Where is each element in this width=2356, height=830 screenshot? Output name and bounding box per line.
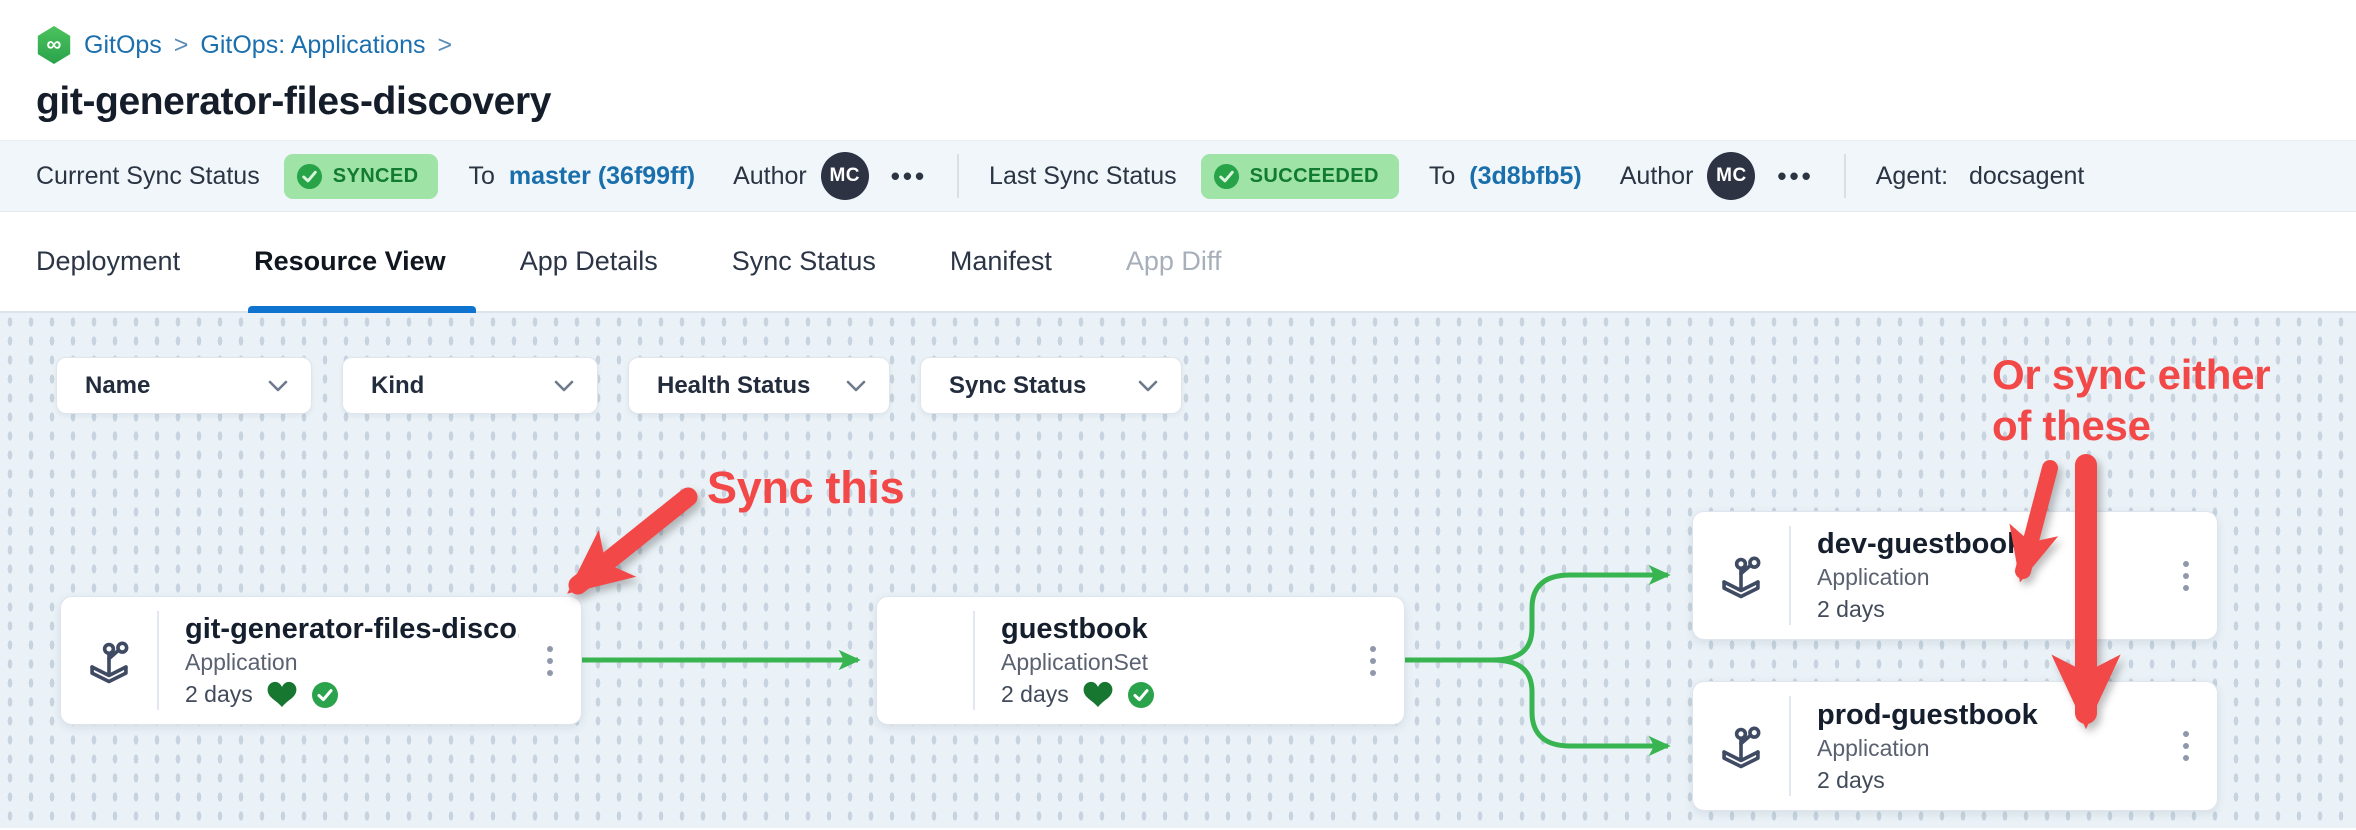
application-resource-icon — [1712, 717, 1770, 775]
node-title: prod-guestbook — [1817, 699, 2155, 732]
agent-label: Agent: — [1876, 162, 1948, 190]
filter-kind-label: Kind — [371, 372, 424, 400]
application-resource-icon — [80, 632, 138, 690]
last-author-avatar[interactable]: MC — [1707, 152, 1755, 200]
succeeded-badge-label: SUCCEEDED — [1250, 165, 1379, 188]
breadcrumb: ∞ GitOps > GitOps: Applications > — [36, 26, 2320, 64]
gitops-logo-icon: ∞ — [36, 26, 72, 64]
current-sync-status-label: Current Sync Status — [36, 162, 260, 191]
health-heart-icon — [1083, 681, 1113, 708]
application-resource-icon — [1712, 547, 1770, 605]
tab-sync-status[interactable]: Sync Status — [732, 212, 876, 311]
node-age: 2 days — [1001, 681, 1069, 708]
node-age: 2 days — [1817, 767, 1885, 794]
filter-bar: Name Kind Health Status Sync Status — [56, 357, 1182, 414]
resource-graph-canvas[interactable]: Name Kind Health Status Sync Status — [0, 313, 2356, 828]
page-header: ∞ GitOps > GitOps: Applications > git-ge… — [0, 0, 2356, 140]
node-age: 2 days — [185, 681, 253, 708]
succeeded-badge: SUCCEEDED — [1201, 154, 1399, 199]
current-author-avatar[interactable]: MC — [821, 152, 869, 200]
node-kind: Application — [1817, 735, 2155, 762]
status-divider — [1844, 154, 1846, 198]
check-circle-icon — [1213, 163, 1240, 190]
node-prod-guestbook[interactable]: prod-guestbook Application 2 days — [1692, 681, 2218, 811]
check-circle-icon — [296, 163, 323, 190]
node-kebab-menu[interactable] — [2155, 731, 2217, 761]
sync-check-icon — [311, 681, 339, 709]
annotation-or-sync-line1: Or sync either — [1992, 351, 2270, 398]
tab-manifest[interactable]: Manifest — [950, 212, 1052, 311]
app-tabs: Deployment Resource View App Details Syn… — [0, 212, 2356, 313]
last-more-menu-icon[interactable]: ••• — [1777, 161, 1813, 192]
node-kebab-menu[interactable] — [2155, 561, 2217, 591]
edge-appset-to-prod — [1405, 660, 1668, 746]
node-kebab-menu[interactable] — [519, 646, 581, 676]
node-guestbook-appset[interactable]: guestbook ApplicationSet 2 days — [876, 596, 1405, 725]
annotation-or-sync: Or sync either of these — [1992, 349, 2270, 451]
node-git-generator-files-discovery[interactable]: git-generator-files-disco... Application… — [60, 596, 582, 725]
node-kebab-menu[interactable] — [1342, 646, 1404, 676]
tab-resource-view[interactable]: Resource View — [254, 212, 446, 311]
agent-info: Agent: docsagent — [1876, 162, 2085, 191]
current-to-label: To — [468, 162, 494, 191]
chevron-down-icon — [267, 379, 289, 393]
last-revision-link[interactable]: (3d8bfb5) — [1469, 162, 1582, 191]
agent-value: docsagent — [1969, 162, 2084, 190]
filter-kind-dropdown[interactable]: Kind — [342, 357, 598, 414]
annotation-or-sync-line2: of these — [1992, 402, 2151, 449]
node-dev-guestbook[interactable]: dev-guestbook Application 2 days — [1692, 511, 2218, 640]
chevron-down-icon — [1137, 379, 1159, 393]
sync-status-bar: Current Sync Status SYNCED To master (36… — [0, 140, 2356, 212]
chevron-down-icon — [845, 379, 867, 393]
filter-name-label: Name — [85, 372, 150, 400]
arrow-sync-this — [578, 497, 688, 585]
last-author-label: Author — [1620, 162, 1694, 191]
breadcrumb-separator: > — [174, 31, 189, 60]
last-to-label: To — [1429, 162, 1455, 191]
edge-appset-to-dev — [1405, 575, 1668, 660]
filter-name-dropdown[interactable]: Name — [56, 357, 312, 414]
node-kind: ApplicationSet — [1001, 649, 1342, 676]
synced-badge: SYNCED — [284, 154, 439, 199]
filter-health-status-label: Health Status — [657, 372, 810, 400]
chevron-down-icon — [553, 379, 575, 393]
node-kind: Application — [185, 649, 519, 676]
breadcrumb-applications[interactable]: GitOps: Applications — [200, 31, 425, 60]
current-more-menu-icon[interactable]: ••• — [891, 161, 927, 192]
status-divider — [957, 154, 959, 198]
filter-sync-status-dropdown[interactable]: Sync Status — [920, 357, 1182, 414]
tab-deployment[interactable]: Deployment — [36, 212, 180, 311]
annotation-sync-this: Sync this — [707, 461, 904, 516]
filter-sync-status-label: Sync Status — [949, 372, 1086, 400]
tab-app-diff: App Diff — [1126, 212, 1222, 311]
node-title: git-generator-files-disco... — [185, 613, 519, 646]
page-title: git-generator-files-discovery — [36, 80, 2320, 124]
filter-health-status-dropdown[interactable]: Health Status — [628, 357, 890, 414]
tab-app-details[interactable]: App Details — [520, 212, 658, 311]
health-heart-icon — [267, 681, 297, 708]
sync-check-icon — [1127, 681, 1155, 709]
last-sync-status-label: Last Sync Status — [989, 162, 1177, 191]
breadcrumb-gitops[interactable]: GitOps — [84, 31, 162, 60]
node-title: guestbook — [1001, 613, 1342, 646]
synced-badge-label: SYNCED — [333, 165, 419, 188]
node-title: dev-guestbook — [1817, 528, 2155, 561]
current-revision-link[interactable]: master (36f99ff) — [509, 162, 695, 191]
current-author-label: Author — [733, 162, 807, 191]
node-kind: Application — [1817, 564, 2155, 591]
node-age: 2 days — [1817, 596, 1885, 623]
breadcrumb-separator: > — [438, 31, 453, 60]
